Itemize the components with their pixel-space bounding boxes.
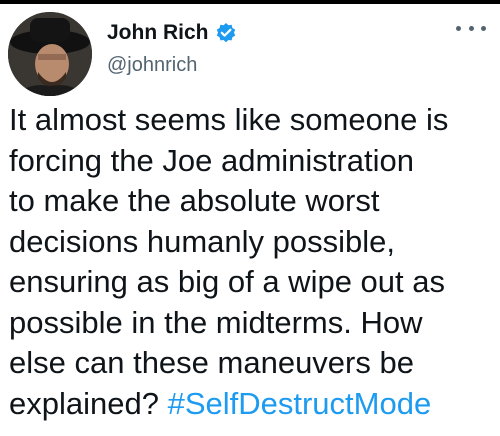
avatar-image xyxy=(8,12,92,96)
tweet-line: possible in the midterms. How xyxy=(9,304,423,340)
top-border xyxy=(0,0,500,4)
author-name-row: John Rich xyxy=(107,18,237,48)
tweet-line: forcing the Joe administration xyxy=(9,142,414,178)
more-dot xyxy=(481,25,486,31)
more-options-icon[interactable] xyxy=(456,20,486,36)
hashtag-link[interactable]: #SelfDestructMode xyxy=(168,386,432,421)
tweet-line: else can these maneuvers be xyxy=(9,345,414,380)
tweet-line: to make the absolute worst xyxy=(9,183,380,218)
more-dot xyxy=(456,25,461,31)
tweet-line: ensuring as big of a wipe out as xyxy=(9,264,445,299)
verified-badge-icon xyxy=(215,22,237,44)
tweet-line-text: explained? xyxy=(9,385,168,421)
tweet-line: decisions humanly possible, xyxy=(9,223,395,259)
tweet-line: It almost seems like someone is xyxy=(9,102,449,137)
tweet-text: It almost seems like someone is forcing … xyxy=(9,100,494,424)
author-avatar[interactable] xyxy=(8,12,92,96)
author-handle[interactable]: @johnrich xyxy=(107,54,197,77)
tweet-line-last: explained? #SelfDestructMode xyxy=(9,384,494,425)
author-display-name[interactable]: John Rich xyxy=(107,21,209,45)
more-dot xyxy=(468,25,474,31)
